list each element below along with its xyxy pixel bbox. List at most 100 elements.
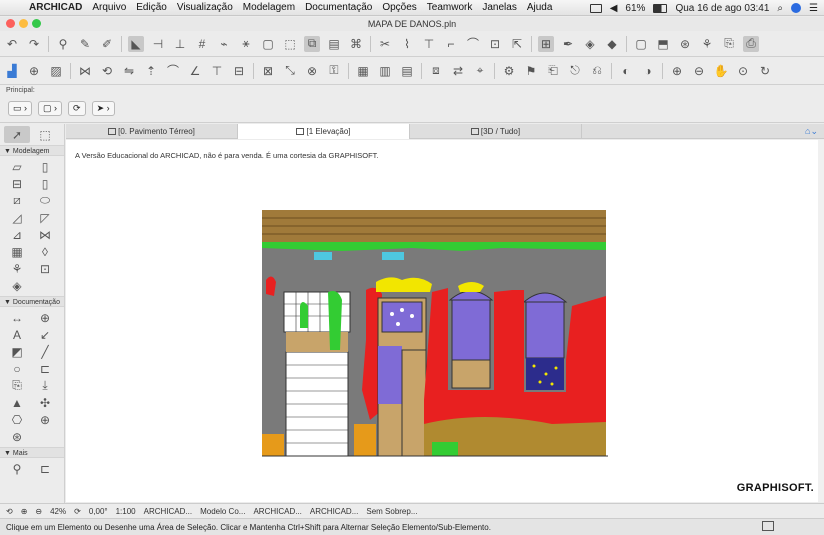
polyline-tool-icon[interactable]: ⊏ xyxy=(32,360,58,377)
fill-tool-icon[interactable]: ◩ xyxy=(4,343,30,360)
column-tool-icon[interactable]: ▯ xyxy=(32,158,58,175)
marquee-icon[interactable]: ⬚ xyxy=(282,36,298,52)
intersect-icon[interactable]: ⌐ xyxy=(443,36,459,52)
drawing-canvas[interactable]: A Versão Educacional do ARCHICAD, não é … xyxy=(66,140,818,502)
minimize-window-button[interactable] xyxy=(19,19,28,28)
layer-combo-icon[interactable]: ▥ xyxy=(377,63,393,79)
mirror-icon[interactable]: ⌘ xyxy=(348,36,364,52)
fillet-icon[interactable]: ⌒ xyxy=(465,36,481,52)
palette-icon[interactable]: ◑ xyxy=(640,63,656,79)
offset-icon[interactable]: ⊡ xyxy=(487,36,503,52)
zoom-value[interactable]: 42% xyxy=(50,507,66,516)
volume-icon[interactable]: ◀ xyxy=(610,3,618,14)
mirror-elem-icon[interactable]: ⇋ xyxy=(121,63,137,79)
level-dimension-tool-icon[interactable]: ⊕ xyxy=(32,309,58,326)
stair-tool-icon[interactable]: ⊿ xyxy=(4,226,30,243)
zoom-in-icon[interactable]: ⊕ xyxy=(21,507,28,516)
resize-icon[interactable]: ⤡ xyxy=(282,63,298,79)
adjust-icon[interactable]: ⊤ xyxy=(421,36,437,52)
group-icon[interactable]: ⊗ xyxy=(304,63,320,79)
label-tool-icon[interactable]: ↙ xyxy=(32,326,58,343)
pen-set-icon[interactable]: ✒ xyxy=(560,36,576,52)
rotate-view-icon[interactable]: ↻ xyxy=(757,63,773,79)
notification-center-icon[interactable]: ☰ xyxy=(809,3,818,14)
shell-tool-icon[interactable]: ◸ xyxy=(32,209,58,226)
redo-icon[interactable]: ↷ xyxy=(26,36,42,52)
dimension-tool-icon[interactable]: ↔ xyxy=(4,309,30,326)
split-icon[interactable]: ⌇ xyxy=(399,36,415,52)
wall-tool-icon[interactable]: ▱ xyxy=(4,158,30,175)
undo-icon[interactable]: ↶ xyxy=(4,36,20,52)
arrow-tool-icon[interactable]: ◣ xyxy=(128,35,144,52)
section-tool-icon[interactable]: ⤓ xyxy=(32,377,58,394)
arrow-select-icon[interactable]: ➚ xyxy=(4,126,30,143)
grid-element-icon[interactable]: ⊕ xyxy=(32,411,58,428)
inject-icon[interactable]: ✎ xyxy=(77,36,93,52)
angle-icon[interactable]: ∠ xyxy=(187,63,203,79)
eyedropper-icon[interactable]: ✐ xyxy=(99,36,115,52)
pan-icon[interactable]: ✋ xyxy=(713,63,729,79)
rotate-icon[interactable]: ⟲ xyxy=(99,63,115,79)
angle-value[interactable]: 0,00° xyxy=(89,507,108,516)
beam-tool-icon[interactable]: ⊟ xyxy=(4,175,30,192)
menu-app-name[interactable]: ARCHICAD xyxy=(29,2,82,13)
slab-tool-icon[interactable]: ⬭ xyxy=(32,192,58,209)
zoom-out-icon[interactable]: ⊖ xyxy=(691,63,707,79)
model-view-icon[interactable]: ⊞ xyxy=(538,35,554,52)
curve-icon[interactable]: ⌒ xyxy=(165,63,181,79)
trace-icon[interactable]: ⌁ xyxy=(216,36,232,52)
guide-line-icon[interactable]: ⊣ xyxy=(150,36,166,52)
tab-list-icon[interactable]: ⌂⌄ xyxy=(805,126,818,137)
menu-ajuda[interactable]: Ajuda xyxy=(527,2,553,13)
layer-combo-value[interactable]: ARCHICAD... xyxy=(144,507,192,516)
curtain-wall-tool-icon[interactable]: ▦ xyxy=(4,243,30,260)
morph-tool-icon[interactable]: ◊ xyxy=(32,243,58,260)
trace-ref-icon[interactable]: ⌖ xyxy=(472,63,488,79)
stack-icon[interactable]: ▤ xyxy=(399,63,415,79)
receive-icon[interactable]: ⎌ xyxy=(589,63,605,79)
close-window-button[interactable] xyxy=(6,19,15,28)
publish-icon[interactable]: ⎙ xyxy=(743,35,759,52)
hatch-icon[interactable]: ▦ xyxy=(355,63,371,79)
clock[interactable]: Qua 16 de ago 03:41 xyxy=(675,3,769,14)
renovation-icon[interactable]: ◐ xyxy=(618,63,634,79)
line-tool-icon[interactable]: ╱ xyxy=(32,343,58,360)
worksheet-tool-icon[interactable]: ⊛ xyxy=(4,428,30,445)
rotation-button[interactable]: ⟳ xyxy=(68,101,86,116)
scale-value[interactable]: 1:100 xyxy=(116,507,136,516)
zoom-window-icon[interactable]: ⊕ xyxy=(26,63,42,79)
lock-icon[interactable]: ⚿ xyxy=(326,63,342,79)
distribute-icon[interactable]: ⊟ xyxy=(231,63,247,79)
tab-3d-tudo[interactable]: [3D / Tudo] xyxy=(410,124,582,139)
elevation-damage-map[interactable] xyxy=(262,210,608,462)
menu-teamwork[interactable]: Teamwork xyxy=(427,2,473,13)
skylight-tool-icon[interactable]: ⊏ xyxy=(32,460,58,477)
selection-type-button[interactable]: ▢ › xyxy=(38,101,63,116)
explode-icon[interactable]: ⊠ xyxy=(260,63,276,79)
graphic-override-value[interactable]: ARCHICAD... xyxy=(310,507,358,516)
pick-up-icon[interactable]: ⚲ xyxy=(55,36,71,52)
menu-documentacao[interactable]: Documentação xyxy=(305,2,372,13)
menu-janelas[interactable]: Janelas xyxy=(482,2,516,13)
view-3d-icon[interactable]: ▢ xyxy=(633,36,649,52)
pen-set-value[interactable]: ARCHICAD... xyxy=(253,507,301,516)
circle-tool-icon[interactable]: ○ xyxy=(4,360,30,377)
selection-layers-button[interactable]: ▭ › xyxy=(8,101,33,116)
mesh-tool-icon[interactable]: ◈ xyxy=(4,277,30,294)
section-modelagem[interactable]: ▼ Modelagem xyxy=(0,145,64,156)
text-tool-icon[interactable]: A xyxy=(4,326,30,343)
section-documentacao[interactable]: ▼ Documentação xyxy=(0,296,64,307)
apple-icon[interactable] xyxy=(8,2,19,13)
tab-elevacao[interactable]: [1 Elevação] xyxy=(238,124,410,139)
display-order-icon[interactable]: ⧈ xyxy=(428,63,444,79)
renovation-filter-value[interactable]: Sem Sobrep... xyxy=(366,507,417,516)
tab-pavimento-terreo[interactable]: [0. Pavimento Térreo] xyxy=(66,124,238,139)
zoom-out-icon[interactable]: ⊖ xyxy=(35,507,42,516)
model-view-value[interactable]: Modelo Co... xyxy=(200,507,245,516)
suspend-groups-icon[interactable]: ⧉ xyxy=(304,35,320,52)
teamwork-icon[interactable]: ⚙ xyxy=(501,63,517,79)
section-icon[interactable]: ⬒ xyxy=(655,36,671,52)
drag-icon[interactable]: ⋈ xyxy=(77,63,93,79)
window-tool-icon[interactable]: ⧄ xyxy=(4,192,30,209)
detail-tool-icon[interactable]: ⎔ xyxy=(4,411,30,428)
